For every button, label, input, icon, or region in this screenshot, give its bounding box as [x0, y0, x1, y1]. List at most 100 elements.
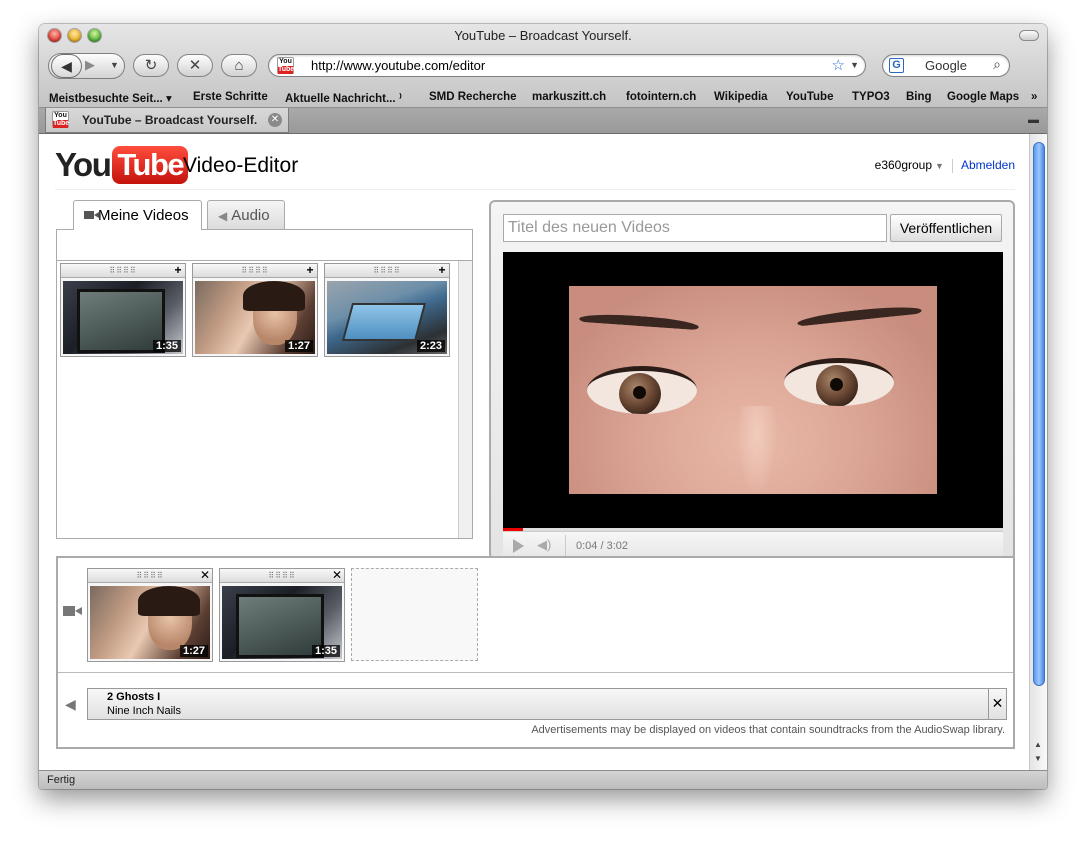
search-input[interactable]: Google	[925, 58, 967, 73]
tab-title: YouTube – Broadcast Yourself.	[82, 113, 258, 127]
status-bar: Fertig	[39, 770, 1047, 789]
url-text[interactable]: http://www.youtube.com/editor	[311, 58, 485, 73]
address-bar[interactable]: You Tube http://www.youtube.com/editor ☆ …	[268, 54, 866, 77]
logout-link[interactable]: Abmelden	[961, 158, 1015, 172]
page-scrollbar[interactable]: ▲ ▼	[1029, 134, 1047, 770]
search-bar[interactable]: G Google ⌕	[882, 54, 1010, 77]
video-frame	[569, 286, 937, 494]
panel-toolbar	[57, 230, 472, 261]
youtube-favicon-icon: You Tube	[52, 111, 70, 128]
video-thumbnail[interactable]: ⠿⠿⠿⠿ + 1:27	[192, 263, 318, 357]
nav-buttons: ◀ ▶ ▼	[48, 53, 125, 79]
timeline-clip[interactable]: ⠿⠿⠿⠿ ✕ 1:27	[87, 568, 213, 662]
drag-handle[interactable]: ⠿⠿⠿⠿	[193, 264, 317, 278]
video-thumbnail[interactable]: ⠿⠿⠿⠿ + 2:23	[324, 263, 450, 357]
remove-audio-icon[interactable]: ✕	[988, 689, 1006, 719]
tab-my-videos[interactable]: Meine Videos	[73, 200, 202, 230]
google-engine-icon[interactable]: G	[889, 58, 904, 73]
add-icon[interactable]: +	[436, 264, 448, 277]
video-camera-icon	[84, 211, 99, 219]
bookmark-item[interactable]: TYPO3	[852, 91, 890, 103]
tab-audio[interactable]: ◀ Audio	[207, 200, 285, 229]
user-menu: e360group ▼ Abmelden	[875, 158, 1015, 173]
video-track-icon	[63, 606, 82, 616]
bookmark-item[interactable]: Google Maps	[947, 91, 1019, 103]
tab-audio-label: Audio	[231, 207, 270, 224]
thumbnail-image: 1:35	[63, 281, 183, 354]
publish-button[interactable]: Veröffentlichen	[890, 214, 1002, 242]
panel-scrollbar[interactable]	[458, 261, 472, 538]
search-icon[interactable]: ⌕	[993, 56, 1001, 73]
chevron-down-icon: ▼	[110, 60, 119, 70]
drag-handle[interactable]: ⠿⠿⠿⠿	[325, 264, 449, 278]
bookmark-item[interactable]: Wikipedia	[714, 91, 768, 103]
remove-icon[interactable]: ✕	[331, 569, 343, 582]
play-icon[interactable]	[513, 539, 524, 553]
username-dropdown[interactable]: e360group	[875, 158, 932, 172]
remove-icon[interactable]: ✕	[199, 569, 211, 582]
toolbar-toggle-button[interactable]	[1019, 30, 1039, 41]
my-videos-panel: ⠿⠿⠿⠿ + 1:35 ⠿⠿⠿⠿ + 1:27 ⠿⠿⠿⠿ + 2:23	[56, 229, 473, 539]
bookmark-item[interactable]: markuszitt.ch	[532, 91, 606, 103]
add-icon[interactable]: +	[304, 264, 316, 277]
back-arrow-icon: ◀	[61, 58, 72, 74]
bookmark-item[interactable]: Erste Schritte	[193, 91, 268, 103]
thumbnail-image: 2:23	[327, 281, 447, 354]
volume-icon[interactable]: ◀)	[537, 537, 551, 553]
bookmark-star-icon[interactable]: ☆	[832, 56, 845, 74]
home-button[interactable]: ⌂	[221, 54, 257, 77]
duration-badge: 1:35	[152, 340, 181, 352]
bookmark-item[interactable]: YouTube	[786, 91, 833, 103]
bookmarks-bar: Meistbesuchte Seit... ▾ Erste Schritte A…	[39, 85, 1047, 107]
add-icon[interactable]: +	[172, 264, 184, 277]
youtube-favicon-icon: You Tube	[277, 57, 295, 74]
url-dropdown-icon[interactable]: ▼	[850, 60, 859, 70]
header-divider	[55, 189, 1015, 190]
duration-badge: 1:35	[311, 645, 340, 657]
bookmark-item[interactable]: Aktuelle Nachricht... ⁾	[285, 91, 402, 105]
drag-handle[interactable]: ⠿⠿⠿⠿	[88, 569, 212, 583]
history-dropdown-button[interactable]: ▼	[110, 60, 119, 70]
title-toolbar-area: YouTube – Broadcast Yourself. ◀ ▶ ▼ ↻ ✕ …	[39, 24, 1047, 108]
empty-clip-slot[interactable]	[351, 568, 478, 661]
bookmark-item[interactable]: Bing	[906, 91, 932, 103]
forward-arrow-icon: ▶	[85, 57, 95, 72]
home-icon: ⌂	[234, 57, 244, 74]
scroll-down-icon[interactable]: ▼	[1034, 754, 1042, 763]
player-controls: ◀) 0:04 / 3:02	[503, 531, 1003, 559]
thumbnail-image: 1:35	[222, 586, 342, 659]
duration-badge: 1:27	[284, 340, 313, 352]
video-thumbnail[interactable]: ⠿⠿⠿⠿ + 1:35	[60, 263, 186, 357]
tab-list-icon[interactable]: ▬	[1028, 114, 1039, 126]
bookmark-item[interactable]: fotointern.ch	[626, 91, 696, 103]
bookmark-item[interactable]: SMD Recherche	[429, 91, 517, 103]
drag-handle[interactable]: ⠿⠿⠿⠿	[220, 569, 344, 583]
youtube-logo[interactable]: You Tube	[55, 146, 189, 186]
duration-badge: 1:27	[179, 645, 208, 657]
scrollbar-thumb[interactable]	[1033, 142, 1045, 686]
time-display: 0:04 / 3:02	[576, 540, 628, 552]
audio-track-clip[interactable]: 2 Ghosts I Nine Inch Nails ✕	[87, 688, 1007, 720]
bookmarks-overflow-button[interactable]: »	[1031, 91, 1037, 103]
audio-track-icon: ◀	[65, 696, 76, 712]
video-player[interactable]	[503, 252, 1003, 528]
audioswap-note: Advertisements may be displayed on video…	[531, 724, 1005, 736]
tab-youtube[interactable]: You Tube YouTube – Broadcast Yourself. ✕	[45, 108, 289, 133]
thumbnail-image: 1:27	[195, 281, 315, 354]
stop-button[interactable]: ✕	[177, 54, 213, 77]
tab-close-icon[interactable]: ✕	[268, 113, 282, 127]
back-button[interactable]: ◀	[51, 54, 82, 78]
scroll-up-icon[interactable]: ▲	[1034, 740, 1042, 749]
tab-my-videos-label: Meine Videos	[98, 207, 189, 224]
divider	[951, 158, 953, 173]
timeline-clip[interactable]: ⠿⠿⠿⠿ ✕ 1:35	[219, 568, 345, 662]
reload-button[interactable]: ↻	[133, 54, 169, 77]
forward-button[interactable]: ▶	[85, 57, 95, 73]
page-content: You Tube Video-Editor e360group ▼ Abmelden …	[39, 134, 1029, 770]
browser-window: YouTube – Broadcast Yourself. ◀ ▶ ▼ ↻ ✕ …	[39, 24, 1047, 789]
chevron-down-icon[interactable]: ▼	[935, 161, 944, 171]
drag-handle[interactable]: ⠿⠿⠿⠿	[61, 264, 185, 278]
reload-icon: ↻	[144, 57, 158, 74]
bookmark-item[interactable]: Meistbesuchte Seit... ▾	[49, 91, 172, 105]
video-title-input[interactable]: Titel des neuen Videos	[503, 214, 887, 242]
